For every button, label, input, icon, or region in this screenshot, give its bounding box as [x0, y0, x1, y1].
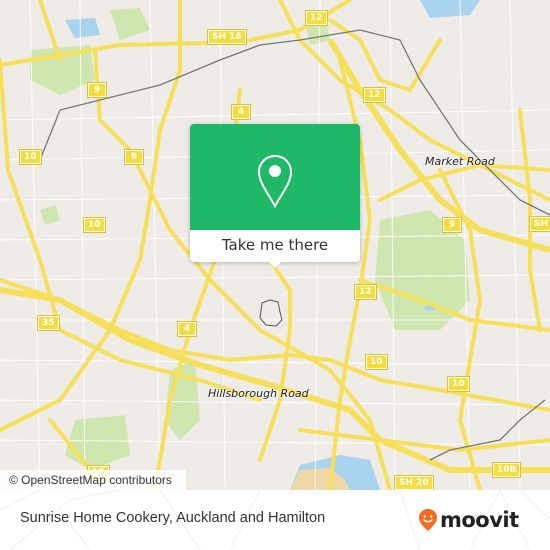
place-label-market-road: Market Road	[425, 155, 495, 168]
route-shield: 9	[442, 217, 462, 233]
route-shield: 12	[354, 284, 377, 300]
route-shield: 9	[124, 149, 144, 165]
route-shield: 10	[19, 149, 42, 165]
route-shield: SH 20	[394, 475, 434, 490]
moovit-logo[interactable]: moovit	[418, 504, 519, 536]
route-shield: 10	[447, 376, 470, 392]
place-label-hillsborough-road: Hillsborough Road	[208, 387, 309, 400]
moovit-pin-icon	[419, 509, 437, 531]
route-shield: SH 16	[207, 29, 247, 45]
route-shield: 12	[363, 87, 386, 103]
route-shield: 9	[87, 82, 107, 98]
popup-header	[190, 124, 360, 230]
moovit-wordmark: moovit	[440, 508, 519, 532]
landmark-outline	[259, 299, 283, 327]
map-attribution[interactable]: © OpenStreetMap contributors	[0, 470, 186, 490]
route-shield: SH	[528, 216, 550, 232]
route-shield: 10	[83, 217, 106, 233]
take-me-there-button[interactable]: Take me there	[190, 230, 360, 262]
map[interactable]: SH 16 12 9 4 12 10 9 10 9 12 35 4 10 10 …	[0, 0, 550, 490]
footer: Sunrise Home Cookery, Auckland and Hamil…	[0, 490, 550, 550]
route-shield: 4	[177, 321, 197, 337]
place-title: Sunrise Home Cookery, Auckland and Hamil…	[20, 510, 326, 526]
route-shield: 10	[365, 354, 388, 370]
popup-pointer	[267, 260, 283, 268]
route-shield: 12	[305, 10, 328, 26]
route-shield: 4	[231, 104, 251, 120]
map-pin-icon	[257, 154, 293, 208]
route-shield: 35	[37, 315, 60, 331]
route-shield: 10B	[491, 462, 522, 478]
location-popup[interactable]: Take me there	[190, 124, 360, 268]
